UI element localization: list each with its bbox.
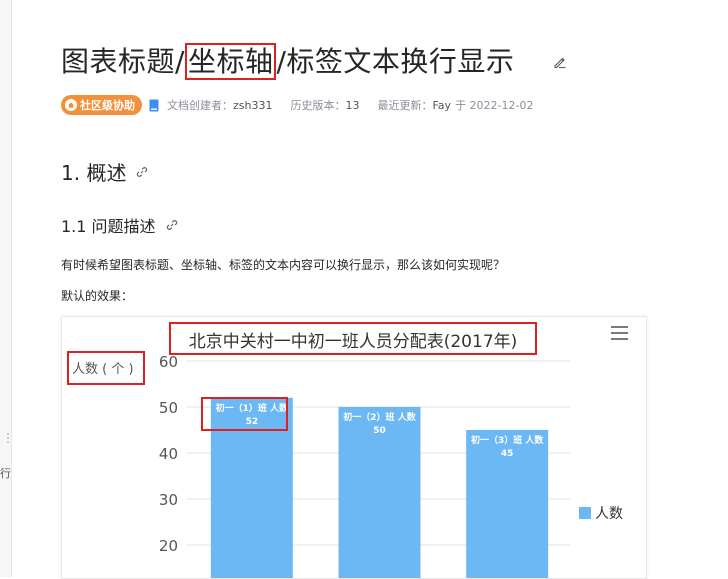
annotation-box-data-label [201,397,288,431]
updated-by[interactable]: Fay [432,99,451,112]
creator-label: 文档创建者： [167,99,233,112]
community-badge[interactable]: 社区级协助 [61,95,142,115]
y-tick-label: 20 [159,537,178,555]
legend-label: 人数 [595,506,623,522]
resize-handle[interactable]: ⋮ [2,432,14,444]
page-title: 图表标题/坐标轴/标签文本换行显示 [61,40,514,80]
heading-text: 1.1 问题描述 [61,217,156,236]
document-icon [149,99,159,111]
updated-at: 于 2022-12-02 [455,99,534,112]
y-tick-label: 60 [159,353,178,371]
sidebar-fragment[interactable]: 行 [0,465,11,481]
y-tick-label: 40 [159,445,178,463]
y-tick-label: 30 [159,491,178,509]
paragraph-problem: 有时候希望图表标题、坐标轴、标签的文本内容可以换行显示，那么该如何实现呢？ [61,258,506,272]
doc-meta: 社区级协助 文档创建者： zsh331 历史版本： 13 最近更新： Fay 于… [61,95,534,115]
section-heading-overview: 1. 概述 [61,157,148,186]
title-highlight: 坐标轴 [184,43,277,80]
chart-card: 20 30 40 50 60 北京中关村一中初一班人员分配表(2017年) 人数 ( 个 )… [61,316,647,579]
creator-name[interactable]: zsh331 [233,99,272,112]
history-count[interactable]: 13 [345,99,359,112]
title-part-2: /标签文本换行显示 [276,45,515,78]
home-icon [65,99,77,111]
link-icon[interactable] [136,166,148,178]
link-icon[interactable] [166,219,178,231]
history-label: 历史版本： [290,99,346,112]
data-label-value: 45 [501,449,514,459]
data-label-value: 50 [373,426,386,436]
heading-text: 1. 概述 [61,161,127,185]
title-part-1: 图表标题/ [61,45,185,78]
badge-label: 社区级协助 [80,99,135,112]
y-tick-label: 50 [159,399,178,417]
left-rail: ⋮ 行 [0,0,14,577]
bar-chart: 2030405060北京中关村一中初一班人员分配表(2017年)人数 ( 个 )… [72,326,628,578]
edit-pencil-icon[interactable] [553,55,567,69]
legend-swatch [579,507,591,519]
section-heading-problem: 1.1 问题描述 [61,213,178,237]
annotation-box-ylabel [67,351,145,385]
updated-label: 最近更新： [377,99,433,112]
data-label-name: 初一（2）班 人数 [343,411,416,423]
paragraph-default-effect: 默认的效果： [61,289,134,303]
data-label-name: 初一（3）班 人数 [471,434,544,446]
page-title-wrap: 图表标题/坐标轴/标签文本换行显示 [61,38,514,82]
annotation-box-title [169,322,537,355]
